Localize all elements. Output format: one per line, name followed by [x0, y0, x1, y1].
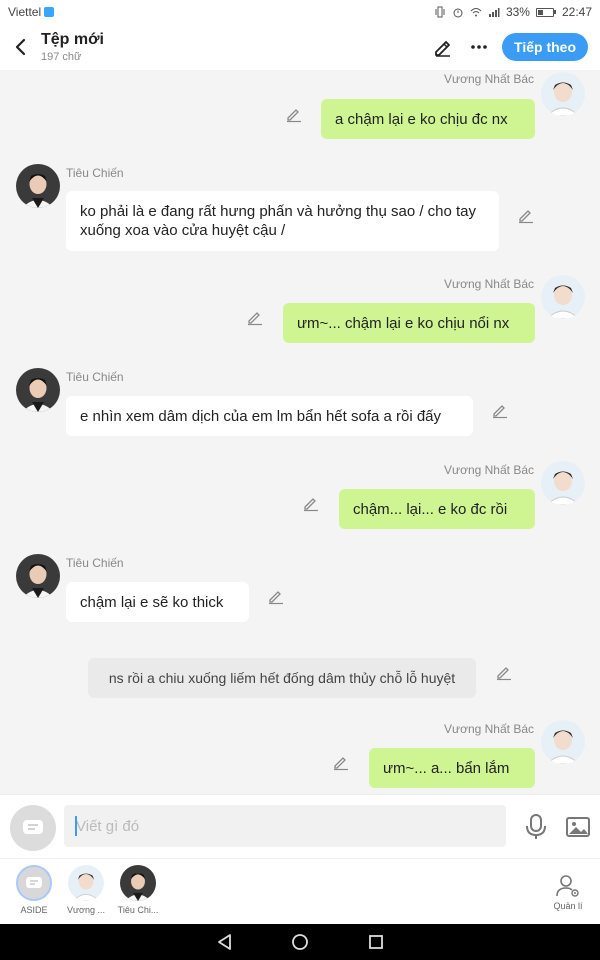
- character-vuong[interactable]: Vương ...: [60, 865, 112, 915]
- image-icon[interactable]: [564, 813, 592, 841]
- pen-icon: [435, 41, 451, 57]
- wifi-icon: [470, 8, 482, 17]
- speaker-name: Tiêu Chiến: [66, 556, 124, 570]
- next-button[interactable]: Tiếp theo: [502, 33, 588, 61]
- composer: [0, 794, 600, 858]
- microphone-icon[interactable]: [522, 813, 550, 841]
- square-recents-icon: [369, 935, 383, 949]
- edit-pencil-icon[interactable]: [517, 206, 535, 224]
- narration-bubble[interactable]: ns rồi a chiu xuống liếm hết đống dâm th…: [88, 658, 476, 698]
- speaker-name: Vương Nhất Bác: [444, 463, 534, 477]
- chevron-left-icon: [15, 38, 26, 56]
- message-bubble-right[interactable]: ưm~... a... bẩn lắm: [369, 748, 535, 788]
- sim-icon: [44, 7, 55, 17]
- more-button[interactable]: [466, 34, 492, 60]
- status-bar: Viettel 33% 22:47: [0, 0, 600, 24]
- clock: 22:47: [561, 5, 592, 19]
- speaker-name: Tiêu Chiến: [66, 166, 124, 180]
- aside-avatar: [16, 865, 52, 901]
- vibrate-icon: [435, 6, 445, 18]
- chat-bubble-icon: [23, 820, 43, 834]
- header-actions: Tiếp theo: [430, 33, 600, 61]
- message-bubble-left[interactable]: ko phải là e đang rất hưng phấn và hưởng…: [66, 191, 499, 251]
- page-title: Tệp mới: [41, 31, 104, 48]
- character-aside[interactable]: ASIDE: [8, 865, 60, 915]
- nav-recents-button[interactable]: [366, 932, 386, 952]
- message-bubble-left[interactable]: e nhìn xem dâm dịch của em lm bẩn hết so…: [66, 396, 473, 436]
- avatar-vuong[interactable]: [541, 461, 585, 505]
- avatar: [120, 865, 156, 901]
- chat-area[interactable]: Vương Nhất Bác a chậm lại e ko chịu đc n…: [0, 70, 600, 794]
- circle-home-icon: [292, 934, 308, 950]
- user-settings-icon: [556, 875, 579, 897]
- message-bubble-right[interactable]: a chậm lại e ko chịu đc nx: [321, 99, 535, 139]
- system-nav-bar: [0, 924, 600, 960]
- chat-bubble-icon: [26, 877, 42, 888]
- avatar-vuong[interactable]: [541, 720, 585, 764]
- manage-label: Quản lí: [553, 901, 583, 911]
- status-icons: 33% 22:47: [434, 5, 592, 19]
- character-label: ASIDE: [20, 905, 48, 915]
- battery-percent: 33%: [505, 5, 530, 19]
- edit-pencil-icon[interactable]: [246, 308, 264, 326]
- avatar-vuong[interactable]: [541, 275, 585, 319]
- character-label: Vương ...: [67, 905, 105, 915]
- avatar-tieu[interactable]: [16, 368, 60, 412]
- triangle-back-icon: [218, 934, 231, 950]
- character-bar: ASIDE Vương ... Tiêu Chi... Quản lí: [0, 858, 600, 924]
- edit-pencil-icon[interactable]: [285, 105, 303, 123]
- message-input[interactable]: [64, 805, 506, 847]
- character-tieu[interactable]: Tiêu Chi...: [112, 865, 164, 915]
- text-cursor: [75, 816, 77, 836]
- nav-home-button[interactable]: [290, 932, 310, 952]
- more-icon: [471, 45, 487, 49]
- nav-back-button[interactable]: [214, 932, 234, 952]
- alarm-icon: [453, 8, 463, 18]
- avatar-tieu[interactable]: [16, 164, 60, 208]
- edit-pencil-icon[interactable]: [495, 663, 513, 681]
- word-count: 197 chữ: [41, 51, 82, 63]
- avatar-vuong[interactable]: [541, 72, 585, 116]
- speaker-name: Vương Nhất Bác: [444, 722, 534, 736]
- edit-button[interactable]: [430, 34, 456, 60]
- avatar: [68, 865, 104, 901]
- manage-button[interactable]: Quản lí: [546, 873, 590, 911]
- title-block: Tệp mới 197 chữ: [41, 31, 104, 63]
- speaker-name: Vương Nhất Bác: [444, 72, 534, 86]
- back-button[interactable]: [0, 24, 40, 70]
- edit-pencil-icon[interactable]: [267, 587, 285, 605]
- message-bubble-right[interactable]: ưm~... chậm lại e ko chịu nổi nx: [283, 303, 535, 343]
- signal-icon: [488, 8, 500, 17]
- speaker-name: Vương Nhất Bác: [444, 277, 534, 291]
- character-label: Tiêu Chi...: [117, 905, 159, 915]
- edit-pencil-icon[interactable]: [332, 753, 350, 771]
- speaker-name: Tiêu Chiến: [66, 370, 124, 384]
- carrier: Viettel: [8, 5, 55, 19]
- avatar-tieu[interactable]: [16, 554, 60, 598]
- message-bubble-left[interactable]: chậm lại e sẽ ko thick: [66, 582, 249, 622]
- header: Tệp mới 197 chữ Tiếp theo: [0, 24, 600, 70]
- message-bubble-right[interactable]: chậm... lại... e ko đc rồi: [339, 489, 535, 529]
- carrier-name: Viettel: [8, 5, 42, 19]
- edit-pencil-icon[interactable]: [491, 401, 509, 419]
- battery-icon: [535, 7, 556, 17]
- aside-toggle-button[interactable]: [10, 805, 56, 851]
- edit-pencil-icon[interactable]: [302, 494, 320, 512]
